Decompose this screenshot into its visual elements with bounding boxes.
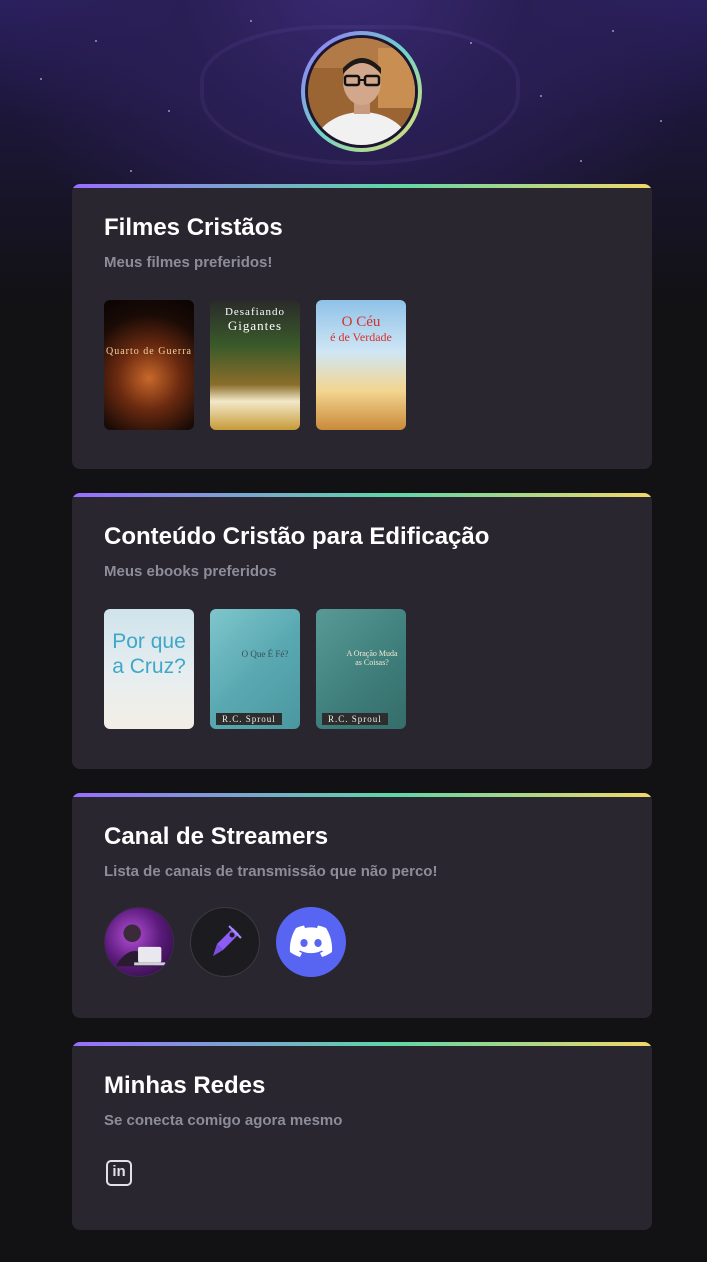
ebook-author: R.C. Sproul [322, 713, 388, 725]
poster-title-line2: é de Verdade [330, 330, 392, 344]
ebook-cover-por-que-a-cruz[interactable]: Por que a Cruz? [104, 609, 194, 729]
ebook-author: R.C. Sproul [216, 713, 282, 725]
discord-icon[interactable] [276, 907, 346, 977]
linkedin-label: in [112, 1163, 126, 1180]
card-title: Filmes Cristãos [104, 214, 283, 241]
poster-title: Quarto de Guerra [106, 346, 192, 357]
card-title: Conteúdo Cristão para Edificação [104, 523, 490, 550]
card-title: Canal de Streamers [104, 823, 329, 850]
streamer-avatar-icon[interactable] [104, 907, 174, 977]
card-conteudo-cristao: Conteúdo Cristão para Edificação Meus eb… [72, 493, 652, 769]
card-subtitle: Meus filmes preferidos! [104, 254, 273, 271]
poster-title-line1: Desafiando [224, 306, 286, 318]
ebook-cover-o-que-e-fe[interactable]: O Que É Fé? R.C. Sproul [210, 609, 300, 729]
card-subtitle: Lista de canais de transmissão que não p… [104, 863, 438, 880]
ebook-title: A Oração Muda as Coisas? [346, 649, 398, 667]
profile-photo [305, 35, 418, 148]
ebook-title: O Que É Fé? [241, 649, 289, 659]
card-minhas-redes: Minhas Redes Se conecta comigo agora mes… [72, 1042, 652, 1230]
card-title: Minhas Redes [104, 1072, 266, 1099]
card-filmes-cristaos: Filmes Cristãos Meus filmes preferidos! … [72, 184, 652, 469]
poster-title-line1: O Céu [341, 314, 381, 330]
profile-avatar [301, 31, 422, 152]
card-canal-de-streamers: Canal de Streamers Lista de canais de tr… [72, 793, 652, 1018]
card-subtitle: Meus ebooks preferidos [104, 563, 277, 580]
linkedin-icon[interactable]: in [106, 1160, 132, 1186]
movie-poster-quarto-de-guerra[interactable]: Quarto de Guerra [104, 300, 194, 430]
ebook-cover-a-oracao-muda-as-coisas[interactable]: A Oração Muda as Coisas? R.C. Sproul [316, 609, 406, 729]
movie-poster-o-ceu-e-de-verdade[interactable]: O Céu é de Verdade [316, 300, 406, 430]
movie-poster-desafiando-gigantes[interactable]: Desafiando Gigantes [210, 300, 300, 430]
card-subtitle: Se conecta comigo agora mesmo [104, 1112, 343, 1129]
ebook-title: Por que a Cruz? [112, 630, 186, 679]
poster-title-line2: Gigantes [227, 318, 283, 333]
rocket-pen-icon[interactable] [190, 907, 260, 977]
